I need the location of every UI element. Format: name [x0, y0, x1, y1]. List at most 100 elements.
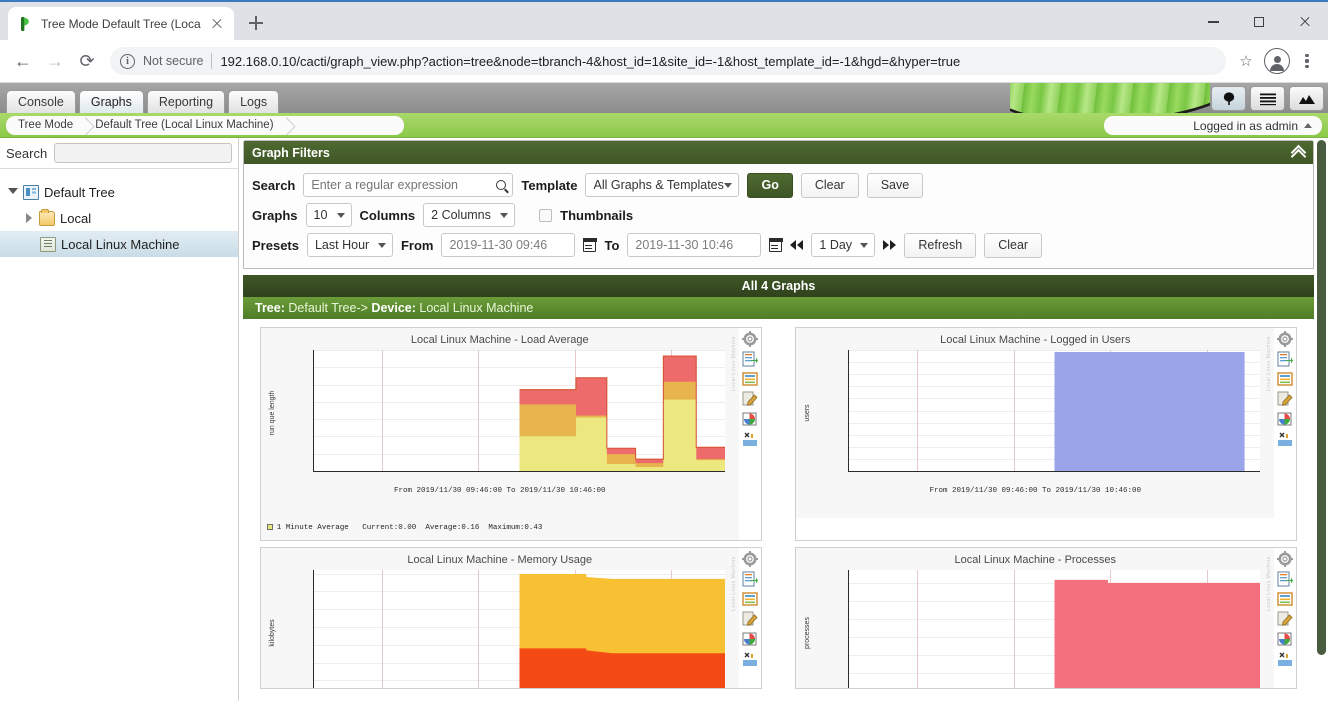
clear-filters-button[interactable]: Clear [800, 172, 859, 198]
graph-image[interactable]: Local Linux Machine - Memory Usage kilob… [260, 548, 739, 688]
nav-tab-reporting[interactable]: Reporting [146, 90, 226, 113]
forward-button[interactable]: → [40, 46, 70, 76]
graph-properties-icon[interactable] [742, 371, 758, 387]
graph-container[interactable]: Local Linux Machine - Memory Usage kilob… [259, 547, 762, 689]
load-average-area [519, 355, 725, 471]
legend-current: 0.00 [398, 524, 417, 532]
cacti-favicon-icon [18, 16, 34, 32]
tree-node-local-linux-machine[interactable]: Local Linux Machine [0, 231, 238, 257]
address-bar[interactable]: i Not secure 192.168.0.10/cacti/graph_vi… [110, 47, 1226, 75]
zoom-graph-icon[interactable] [1277, 431, 1293, 447]
csv-export-icon[interactable] [742, 631, 758, 647]
csv-export-icon[interactable] [742, 411, 758, 427]
graph-image[interactable]: Local Linux Machine - Processes processe… [796, 548, 1275, 688]
back-button[interactable]: ← [8, 46, 38, 76]
graph-properties-icon[interactable] [1277, 591, 1293, 607]
scrollbar-thumb[interactable] [1317, 140, 1326, 655]
thumbnails-label: Thumbnails [560, 207, 634, 223]
refresh-button[interactable]: Refresh [904, 232, 977, 258]
sidebar-search-input[interactable] [54, 143, 232, 163]
graph-container[interactable]: Local Linux Machine - Load Average run q… [259, 327, 762, 541]
browser-menu-icon[interactable] [1294, 46, 1320, 76]
tree-node-default-tree[interactable]: Default Tree [0, 179, 238, 205]
profile-avatar-icon[interactable] [1264, 48, 1290, 74]
thumbnails-checkbox[interactable] [539, 208, 553, 222]
list-view-icon[interactable] [1250, 86, 1285, 111]
browser-tab[interactable]: Tree Mode Default Tree (Local Lin [8, 7, 234, 40]
expander-closed-icon[interactable] [24, 213, 34, 223]
presets-select[interactable]: Last Hour [306, 233, 393, 257]
graphs-count-value: 10 [313, 208, 328, 222]
columns-select[interactable]: 2 Columns [423, 203, 516, 227]
edit-graph-icon[interactable] [742, 391, 758, 407]
gear-icon[interactable] [1277, 551, 1294, 567]
chevron-double-up-icon[interactable] [1291, 146, 1305, 160]
gear-icon[interactable] [1277, 331, 1294, 347]
graph-image[interactable]: Local Linux Machine - Load Average run q… [260, 328, 739, 540]
tab-close-icon[interactable] [208, 15, 226, 33]
graph-properties-icon[interactable] [742, 591, 758, 607]
calendar-icon[interactable] [582, 237, 598, 252]
graphs-count-select[interactable]: 10 [305, 203, 352, 227]
zoom-graph-icon[interactable] [742, 651, 758, 667]
save-filters-button[interactable]: Save [866, 172, 924, 198]
bookmark-star-icon[interactable]: ☆ [1234, 49, 1258, 73]
page-scrollbar[interactable] [1315, 138, 1328, 701]
breadcrumb-item-tree-mode[interactable]: Tree Mode [6, 119, 83, 131]
reload-button[interactable]: ⟳ [72, 46, 102, 76]
calendar-icon[interactable] [768, 237, 783, 252]
csv-export-icon[interactable] [1277, 631, 1293, 647]
zoom-graph-icon[interactable] [742, 431, 758, 447]
nav-tab-logs[interactable]: Logs [228, 90, 280, 113]
preview-view-icon[interactable] [1289, 86, 1324, 111]
expander-open-icon[interactable] [8, 187, 18, 197]
page-export-icon[interactable] [742, 571, 758, 587]
minimize-button[interactable] [1190, 2, 1236, 42]
all-graphs-bar: All 4 Graphs [243, 275, 1314, 297]
edit-graph-icon[interactable] [742, 611, 758, 627]
go-button[interactable]: Go [747, 172, 793, 198]
logged-in-user-menu[interactable]: Logged in as admin [1104, 116, 1322, 135]
graph-grid: Local Linux Machine - Load Average run q… [241, 319, 1324, 695]
info-circle-icon[interactable]: i [120, 53, 135, 69]
to-date-input[interactable] [627, 233, 762, 257]
graph-image[interactable]: Local Linux Machine - Logged in Users us… [796, 328, 1275, 518]
graph-watermark: Local Linux Machine [1266, 336, 1273, 392]
graph-container[interactable]: Local Linux Machine - Logged in Users us… [795, 327, 1298, 541]
graph-container[interactable]: Local Linux Machine - Processes processe… [795, 547, 1298, 689]
clear-dates-button[interactable]: Clear [984, 232, 1043, 258]
gear-icon[interactable] [741, 331, 758, 347]
edit-graph-icon[interactable] [1277, 391, 1293, 407]
tree-node-local[interactable]: Local [0, 205, 238, 231]
columns-label: Columns [359, 207, 416, 223]
close-window-button[interactable] [1282, 2, 1328, 42]
page-export-icon[interactable] [1277, 571, 1294, 587]
shift-back-button[interactable] [790, 240, 804, 250]
graph-properties-icon[interactable] [1277, 371, 1293, 387]
graphs-label: Graphs [252, 207, 298, 223]
template-select[interactable]: All Graphs & Templates [585, 173, 740, 197]
edit-graph-icon[interactable] [1277, 611, 1293, 627]
breadcrumb-item-default-tree[interactable]: Default Tree (Local Linux Machine) [83, 119, 283, 131]
gear-icon[interactable] [741, 551, 758, 567]
search-label: Search [252, 177, 296, 193]
search-input[interactable] [303, 173, 514, 197]
shift-amount-select[interactable]: 1 Day [811, 233, 876, 257]
zoom-graph-icon[interactable] [1277, 651, 1293, 667]
y-axis-label: users [804, 403, 812, 422]
nav-tab-graphs[interactable]: Graphs [78, 90, 144, 113]
tree-node-label: Default Tree [44, 184, 115, 200]
cacti-page: Console Graphs Reporting Logs Tree Mode … [0, 83, 1328, 701]
from-date-input[interactable] [441, 233, 576, 257]
csv-export-icon[interactable] [1277, 411, 1293, 427]
y-axis-label: processes [804, 616, 812, 649]
divider [211, 53, 213, 69]
page-export-icon[interactable] [742, 351, 758, 367]
new-tab-button[interactable] [242, 9, 270, 37]
shift-forward-button[interactable] [883, 240, 897, 250]
tree-view-icon[interactable] [1211, 86, 1246, 111]
maximize-button[interactable] [1236, 2, 1282, 42]
graph-legend: Users Current: 1 Average: 1 Maximum: 1 [796, 495, 1274, 518]
nav-tab-console[interactable]: Console [6, 90, 76, 113]
page-export-icon[interactable] [1277, 351, 1294, 367]
